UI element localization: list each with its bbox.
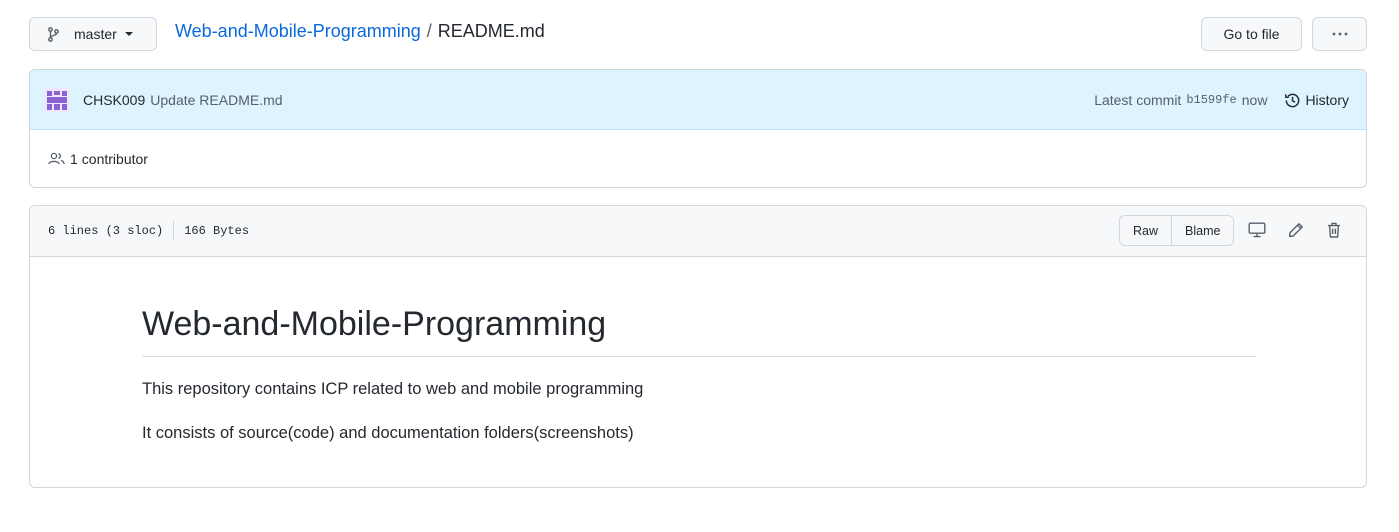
go-to-file-button[interactable]: Go to file xyxy=(1201,17,1302,51)
history-icon xyxy=(1285,93,1300,107)
breadcrumb-separator: / xyxy=(426,20,432,41)
readme-paragraph: This repository contains ICP related to … xyxy=(142,380,644,398)
commit-author-link[interactable]: CHSK009 xyxy=(83,92,145,108)
more-options-button[interactable] xyxy=(1312,17,1367,51)
kebab-horizontal-icon xyxy=(1332,32,1347,36)
commit-box: CHSK009 Update README.md Latest commit b… xyxy=(29,69,1367,188)
commit-meta: Latest commit b1599fe now History xyxy=(1094,70,1349,130)
commit-time: now xyxy=(1241,92,1268,108)
file-line-count: 6 lines (3 sloc) xyxy=(48,224,164,238)
avatar[interactable] xyxy=(45,87,69,112)
readme-content: Web-and-Mobile-Programming This reposito… xyxy=(142,258,1256,445)
file-view-button-group: Raw Blame xyxy=(1119,215,1235,246)
breadcrumb: Web-and-Mobile-Programming / README.md xyxy=(175,17,545,45)
branch-select-button[interactable]: master xyxy=(29,17,157,51)
desktop-icon[interactable] xyxy=(1246,219,1268,241)
breadcrumb-repo-link[interactable]: Web-and-Mobile-Programming xyxy=(175,21,421,42)
history-link[interactable]: History xyxy=(1284,92,1349,109)
commit-message-link[interactable]: Update README.md xyxy=(150,92,282,108)
readme-heading: Web-and-Mobile-Programming xyxy=(142,258,1256,357)
contributor-count: 1 xyxy=(70,150,78,167)
history-label: History xyxy=(1305,92,1349,108)
latest-commit-label: Latest commit xyxy=(1094,92,1182,108)
pencil-icon[interactable] xyxy=(1285,219,1307,241)
people-icon xyxy=(48,152,65,164)
branch-name: master xyxy=(74,26,117,42)
readme-paragraph: It consists of source(code) and document… xyxy=(142,424,634,442)
file-size: 166 Bytes xyxy=(184,224,250,238)
git-branch-icon xyxy=(48,26,62,42)
file-topbar: master Web-and-Mobile-Programming / READ… xyxy=(29,17,1367,51)
file-info-divider xyxy=(173,221,175,241)
file-info-bar: 6 lines (3 sloc) 166 Bytes Raw Blame xyxy=(30,206,1366,257)
chevron-down-icon xyxy=(124,32,133,36)
blame-button[interactable]: Blame xyxy=(1171,216,1233,245)
commit-sha-link[interactable]: b1599fe xyxy=(1186,93,1236,107)
breadcrumb-file-name: README.md xyxy=(437,20,545,41)
contributors-row[interactable]: 1 contributor xyxy=(30,130,1366,187)
contributor-label: contributor xyxy=(81,150,148,167)
trash-icon[interactable] xyxy=(1323,219,1345,241)
raw-button[interactable]: Raw xyxy=(1120,216,1171,245)
file-box: 6 lines (3 sloc) 166 Bytes Raw Blame Web… xyxy=(29,205,1367,488)
latest-commit-row: CHSK009 Update README.md Latest commit b… xyxy=(30,70,1366,130)
